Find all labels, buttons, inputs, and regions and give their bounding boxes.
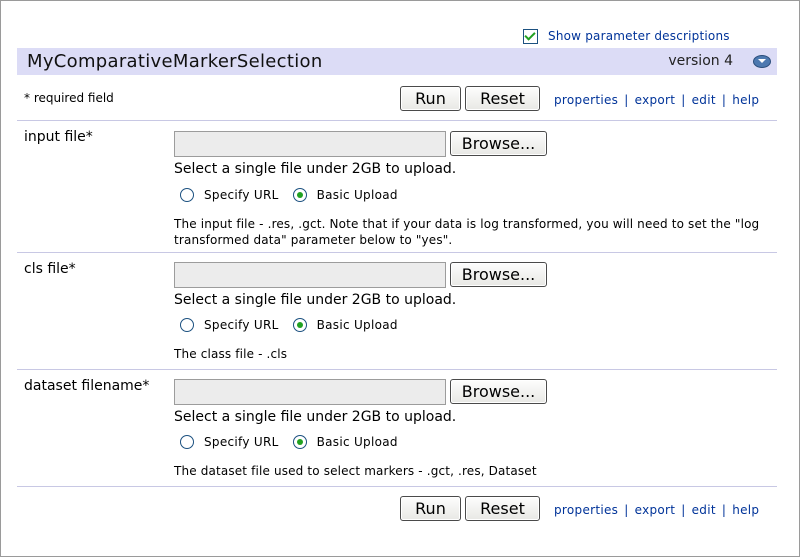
divider [17, 369, 777, 370]
dataset-filename-field[interactable] [174, 379, 446, 405]
radio-label-upload: Basic Upload [316, 435, 398, 449]
required-field-note: * required field [24, 91, 114, 105]
divider [17, 486, 777, 487]
reset-button-bottom[interactable]: Reset [465, 496, 540, 521]
cls-file-upload-hint: Select a single file under 2GB to upload… [174, 292, 457, 308]
module-links-top: properties | export | edit | help [554, 93, 759, 107]
collapse-icon[interactable] [753, 55, 771, 68]
version-label: version 4 [668, 53, 733, 69]
module-name: MyComparativeMarkerSelection [27, 51, 323, 72]
export-link[interactable]: export [635, 93, 676, 107]
input-file-radio-url[interactable] [180, 188, 194, 202]
properties-link[interactable]: properties [554, 503, 618, 517]
run-button-top[interactable]: Run [400, 86, 461, 111]
radio-label-url: Specify URL [204, 318, 279, 332]
module-title-bar: MyComparativeMarkerSelection version 4 [17, 48, 777, 75]
show-descriptions-checkbox[interactable] [523, 28, 538, 44]
properties-link[interactable]: properties [554, 93, 618, 107]
param-label-cls-file: cls file* [24, 261, 76, 277]
reset-button-top[interactable]: Reset [465, 86, 540, 111]
show-descriptions-toggle[interactable]: Show parameter descriptions [523, 26, 730, 46]
dataset-filename-radio-upload[interactable] [292, 435, 307, 449]
cls-file-field[interactable] [174, 262, 446, 288]
dataset-filename-radio-url[interactable] [180, 435, 194, 449]
input-file-source-radios: Specify URL Basic Upload [180, 186, 412, 204]
link-separator: | [624, 93, 629, 107]
link-separator: | [681, 93, 686, 107]
param-label-input-file: input file* [24, 129, 93, 145]
dataset-filename-source-radios: Specify URL Basic Upload [180, 433, 412, 451]
radio-label-url: Specify URL [204, 435, 279, 449]
run-button-bottom[interactable]: Run [400, 496, 461, 521]
param-label-dataset-filename: dataset filename* [24, 378, 150, 394]
help-link[interactable]: help [732, 503, 759, 517]
dataset-filename-upload-hint: Select a single file under 2GB to upload… [174, 409, 457, 425]
export-link[interactable]: export [635, 503, 676, 517]
link-separator: | [721, 503, 727, 517]
input-file-upload-hint: Select a single file under 2GB to upload… [174, 161, 457, 177]
dataset-filename-browse-button[interactable]: Browse... [450, 379, 547, 404]
link-separator: | [721, 93, 727, 107]
link-separator: | [681, 503, 686, 517]
input-file-browse-button[interactable]: Browse... [450, 131, 547, 156]
input-file-field[interactable] [174, 131, 446, 157]
show-descriptions-label: Show parameter descriptions [548, 29, 730, 43]
edit-link[interactable]: edit [692, 503, 716, 517]
divider [17, 252, 777, 253]
module-links-bottom: properties | export | edit | help [554, 503, 759, 517]
divider [17, 120, 777, 121]
cls-file-radio-url[interactable] [180, 318, 194, 332]
dataset-filename-description: The dataset file used to select markers … [174, 464, 537, 478]
help-link[interactable]: help [732, 93, 759, 107]
cls-file-radio-upload[interactable] [292, 318, 307, 332]
edit-link[interactable]: edit [692, 93, 716, 107]
cls-file-description: The class file - .cls [174, 347, 288, 361]
radio-label-upload: Basic Upload [316, 318, 398, 332]
radio-label-upload: Basic Upload [316, 188, 398, 202]
link-separator: | [624, 503, 629, 517]
cls-file-source-radios: Specify URL Basic Upload [180, 316, 412, 334]
input-file-radio-upload[interactable] [292, 188, 307, 202]
radio-label-url: Specify URL [204, 188, 279, 202]
input-file-description: The input file - .res, .gct. Note that i… [174, 217, 760, 247]
cls-file-browse-button[interactable]: Browse... [450, 262, 547, 287]
